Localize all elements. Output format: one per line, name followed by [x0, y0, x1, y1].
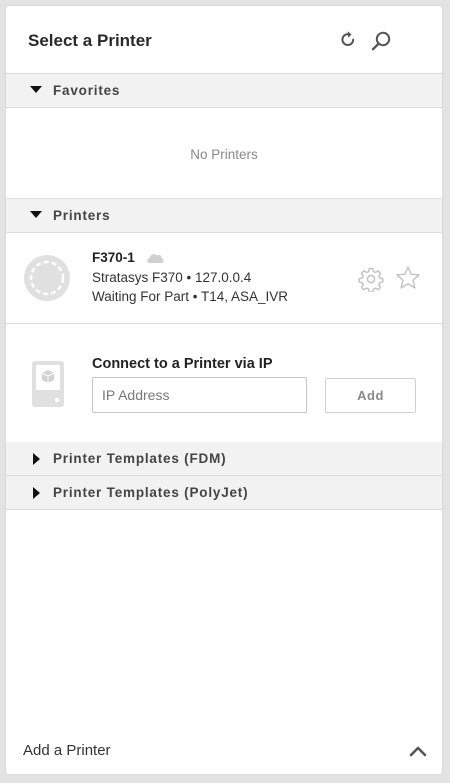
star-icon[interactable] [395, 265, 421, 291]
chevron-up-icon[interactable] [409, 744, 427, 758]
templates-fdm-header[interactable]: Printer Templates (FDM) [6, 442, 442, 476]
caret-right-icon [33, 453, 40, 465]
connect-title: Connect to a Printer via IP [92, 356, 273, 372]
favorites-list: No Printers [6, 108, 442, 199]
printer-model-address: Stratasys F370 • 127.0.0.4 [92, 270, 252, 285]
templates-polyjet-header[interactable]: Printer Templates (PolyJet) [6, 476, 442, 510]
search-icon[interactable] [370, 30, 392, 52]
gear-icon[interactable] [358, 266, 384, 292]
cloud-icon [147, 254, 164, 263]
printer-name: F370-1 [92, 250, 135, 265]
printer-status-text: Waiting For Part • T14, ASA_IVR [92, 289, 289, 304]
printer-status-icon [24, 255, 70, 301]
favorites-section-header[interactable]: Favorites [6, 74, 442, 108]
templates-polyjet-label: Printer Templates (PolyJet) [53, 485, 249, 500]
printers-section-header[interactable]: Printers [6, 199, 442, 233]
templates-fdm-label: Printer Templates (FDM) [53, 451, 227, 466]
printer-panel: Select a Printer Favorites No Printers P… [6, 6, 442, 774]
caret-down-icon [30, 86, 42, 93]
add-printer-footer[interactable]: Add a Printer [6, 730, 442, 774]
ip-address-input[interactable] [92, 377, 307, 413]
panel-header: Select a Printer [6, 6, 442, 74]
printers-label: Printers [53, 208, 111, 223]
favorites-label: Favorites [53, 83, 121, 98]
page-title: Select a Printer [28, 31, 152, 50]
refresh-icon[interactable] [338, 30, 358, 50]
empty-favorites-text: No Printers [190, 147, 258, 162]
caret-down-icon [30, 211, 42, 218]
add-printer-label[interactable]: Add a Printer [23, 742, 111, 759]
caret-right-icon [33, 487, 40, 499]
printer-device-icon [32, 361, 64, 407]
add-ip-button[interactable]: Add [325, 378, 416, 413]
printer-item-f370-1[interactable]: F370-1 Stratasys F370 • 127.0.0.4 Waitin… [6, 233, 442, 324]
connect-via-ip: Connect to a Printer via IP Add [6, 324, 442, 442]
